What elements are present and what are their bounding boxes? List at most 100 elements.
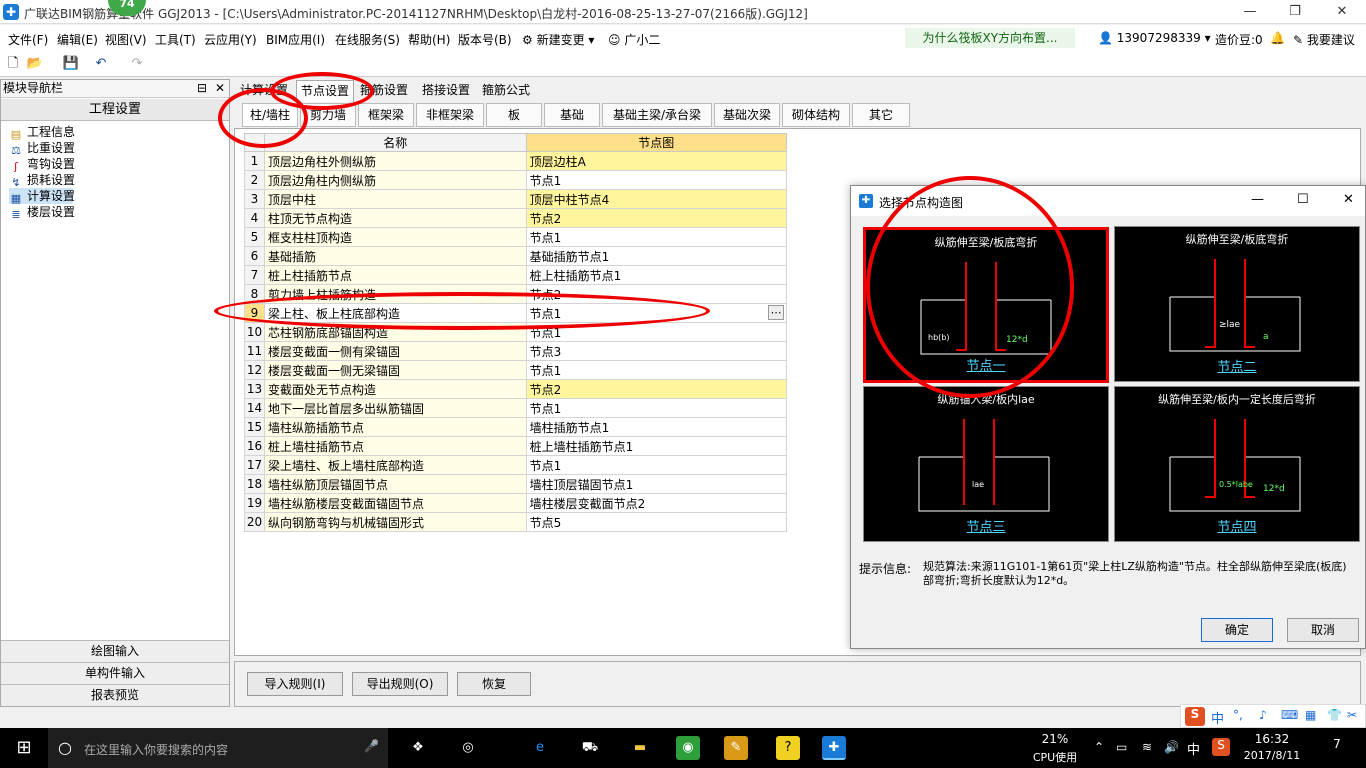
undo-icon[interactable]: ↶	[92, 55, 110, 73]
ime-tools-icon[interactable]: ✂	[1347, 708, 1357, 722]
row-node-value[interactable]: 节点1 ⋯	[525, 303, 788, 323]
table-row[interactable]: 14 地下一层比首层多出纵筋锚固 节点1	[244, 398, 788, 418]
node-option-4[interactable]: 纵筋伸至梁/板内一定长度后弯折 0.5*labe 12*d 节点四	[1114, 386, 1360, 542]
redo-icon[interactable]: ↷	[128, 55, 146, 73]
table-row[interactable]: 3 顶层中柱 顶层中柱节点4	[244, 189, 788, 209]
nav-item-hook[interactable]: ʃ 弯钩设置	[9, 156, 75, 173]
table-row[interactable]: 2 顶层边角柱内侧纵筋 节点1	[244, 170, 788, 190]
table-row[interactable]: 7 桩上柱插筋节点 桩上柱插筋节点1	[244, 265, 788, 285]
subtab-foundation[interactable]: 基础	[544, 103, 600, 127]
subtab-slab[interactable]: 板	[486, 103, 542, 127]
menu-cloud[interactable]: 云应用(Y)	[204, 31, 257, 48]
row-node-value[interactable]: 节点2	[525, 208, 788, 228]
row-node-value[interactable]: 节点2	[525, 379, 788, 399]
windows-start-icon[interactable]: ⊞	[12, 736, 36, 760]
node-option-1[interactable]: 纵筋伸至梁/板底弯折 12*d hb(b) 节点一	[863, 227, 1109, 383]
nav-close-icon[interactable]: ✕	[215, 80, 225, 97]
row-browse-button[interactable]: ⋯	[768, 305, 784, 320]
question-link[interactable]: 为什么筏板XY方向布置...	[905, 28, 1075, 48]
nav-item-loss[interactable]: ↯ 损耗设置	[9, 172, 75, 189]
tab-node-settings[interactable]: 节点设置	[296, 80, 355, 102]
subtab-foundation-main-beam[interactable]: 基础主梁/承台梁	[602, 103, 712, 127]
menu-online[interactable]: 在线服务(S)	[335, 31, 400, 48]
ime-lang[interactable]: 中	[1187, 739, 1200, 758]
row-node-value[interactable]: 节点1	[525, 455, 788, 475]
menu-help[interactable]: 帮助(H)	[408, 31, 450, 48]
row-node-value[interactable]: 墙柱插筋节点1	[525, 417, 788, 437]
row-node-value[interactable]: 节点1	[525, 170, 788, 190]
menu-file[interactable]: 文件(F)	[8, 31, 48, 48]
nav-item-floor[interactable]: ≣ 楼层设置	[9, 204, 75, 221]
table-row[interactable]: 18 墙柱纵筋顶层锚固节点 墙柱顶层锚固节点1	[244, 474, 788, 494]
menu-edit[interactable]: 编辑(E)	[57, 31, 98, 48]
tab-lap-settings[interactable]: 搭接设置	[418, 80, 474, 102]
row-node-value[interactable]: 节点5	[525, 512, 788, 532]
task-view-icon[interactable]: ❖	[406, 736, 430, 760]
cancel-button[interactable]: 取消	[1287, 618, 1359, 642]
tab-calc-settings[interactable]: 计算设置	[236, 80, 292, 102]
mic-icon[interactable]: 🎤	[364, 739, 379, 753]
nav-component-input[interactable]: 单构件输入	[1, 662, 229, 684]
node-option-3[interactable]: 纵筋锚入梁/板内lae lae 节点三	[863, 386, 1109, 542]
taskbar-search[interactable]: ○ 在这里输入你要搜索的内容 🎤	[48, 728, 388, 768]
menu-view[interactable]: 视图(V)	[105, 31, 147, 48]
browser-icon[interactable]: ◉	[676, 736, 700, 760]
notification-center-icon[interactable]: 7	[1326, 737, 1348, 757]
suggest-link[interactable]: ✎ 我要建议	[1293, 31, 1355, 48]
menu-bim[interactable]: BIM应用(I)	[266, 31, 325, 48]
row-node-value[interactable]: 顶层边柱A	[525, 151, 788, 171]
restore-button[interactable]: ❐	[1275, 2, 1315, 22]
subtab-shear-wall[interactable]: 剪力墙	[300, 103, 356, 127]
nav-item-weight[interactable]: ⚖ 比重设置	[9, 140, 75, 157]
glodon-app-icon[interactable]: ✚	[822, 736, 846, 760]
row-node-value[interactable]: 桩上墙柱插筋节点1	[525, 436, 788, 456]
export-rules-button[interactable]: 导出规则(O)	[352, 672, 448, 696]
network-icon[interactable]: ▭	[1116, 740, 1127, 754]
table-row[interactable]: 8 剪力墙上柱插筋构造 节点2	[244, 284, 788, 304]
table-row[interactable]: 16 桩上墙柱插筋节点 桩上墙柱插筋节点1	[244, 436, 788, 456]
sogou-logo-icon[interactable]: S	[1185, 707, 1205, 726]
subtab-column[interactable]: 柱/墙柱	[242, 103, 298, 127]
subtab-foundation-secondary-beam[interactable]: 基础次梁	[714, 103, 780, 127]
nav-item-calc[interactable]: ▦ 计算设置	[9, 188, 75, 205]
restore-button-action[interactable]: 恢复	[457, 672, 531, 696]
clock-time[interactable]: 16:32	[1232, 732, 1312, 746]
ime-skin-icon[interactable]: 👕	[1327, 708, 1342, 722]
nav-item-project-info[interactable]: ▤ 工程信息	[9, 124, 75, 141]
row-node-value[interactable]: 节点2	[525, 284, 788, 304]
table-row[interactable]: 10 芯柱钢筋底部锚固构造 节点1	[244, 322, 788, 342]
tab-stirrup-settings[interactable]: 箍筋设置	[356, 80, 412, 102]
bell-icon[interactable]: 🔔	[1270, 31, 1285, 45]
minimize-button[interactable]: —	[1230, 2, 1270, 22]
nav-drawing-input[interactable]: 绘图输入	[1, 640, 229, 662]
nav-report-preview[interactable]: 报表预览	[1, 684, 229, 706]
table-row[interactable]: 15 墙柱纵筋插筋节点 墙柱插筋节点1	[244, 417, 788, 437]
notes-icon[interactable]: ✎	[724, 736, 748, 760]
store-icon[interactable]: ⛟	[578, 736, 602, 760]
tray-expand-icon[interactable]: ⌃	[1094, 740, 1104, 754]
volume-icon[interactable]: 🔊	[1164, 740, 1179, 754]
ime-chinese-icon[interactable]: 中	[1211, 708, 1224, 727]
subtab-other[interactable]: 其它	[852, 103, 910, 127]
row-node-value[interactable]: 墙柱楼层变截面节点2	[525, 493, 788, 513]
close-button[interactable]: ✕	[1322, 2, 1362, 22]
sogou-tray-icon[interactable]: S	[1212, 738, 1230, 756]
ime-apps-icon[interactable]: ▦	[1305, 708, 1316, 722]
ime-punct-icon[interactable]: °,	[1233, 708, 1243, 722]
save-icon[interactable]: 💾	[62, 55, 80, 73]
menu-version[interactable]: 版本号(B)	[458, 31, 512, 48]
dialog-maximize-icon[interactable]: ☐	[1297, 192, 1309, 207]
row-node-value[interactable]: 节点1	[525, 398, 788, 418]
subtab-frame-beam[interactable]: 框架梁	[358, 103, 414, 127]
table-row[interactable]: 4 柱顶无节点构造 节点2	[244, 208, 788, 228]
table-row[interactable]: 5 框支柱柱顶构造 节点1	[244, 227, 788, 247]
node-option-2[interactable]: 纵筋伸至梁/板底弯折 ≥lae a 节点二	[1114, 226, 1360, 382]
pin-icon[interactable]: ⊟	[197, 80, 207, 97]
subtab-nonframe-beam[interactable]: 非框架梁	[416, 103, 484, 127]
table-row[interactable]: 13 变截面处无节点构造 节点2	[244, 379, 788, 399]
open-folder-icon[interactable]: 📂	[26, 55, 44, 73]
table-row[interactable]: 9 梁上柱、板上柱底部构造 节点1 ⋯	[244, 303, 788, 323]
subtab-masonry[interactable]: 砌体结构	[782, 103, 850, 127]
row-node-value[interactable]: 墙柱顶层锚固节点1	[525, 474, 788, 494]
table-row[interactable]: 20 纵向钢筋弯钩与机械锚固形式 节点5	[244, 512, 788, 532]
